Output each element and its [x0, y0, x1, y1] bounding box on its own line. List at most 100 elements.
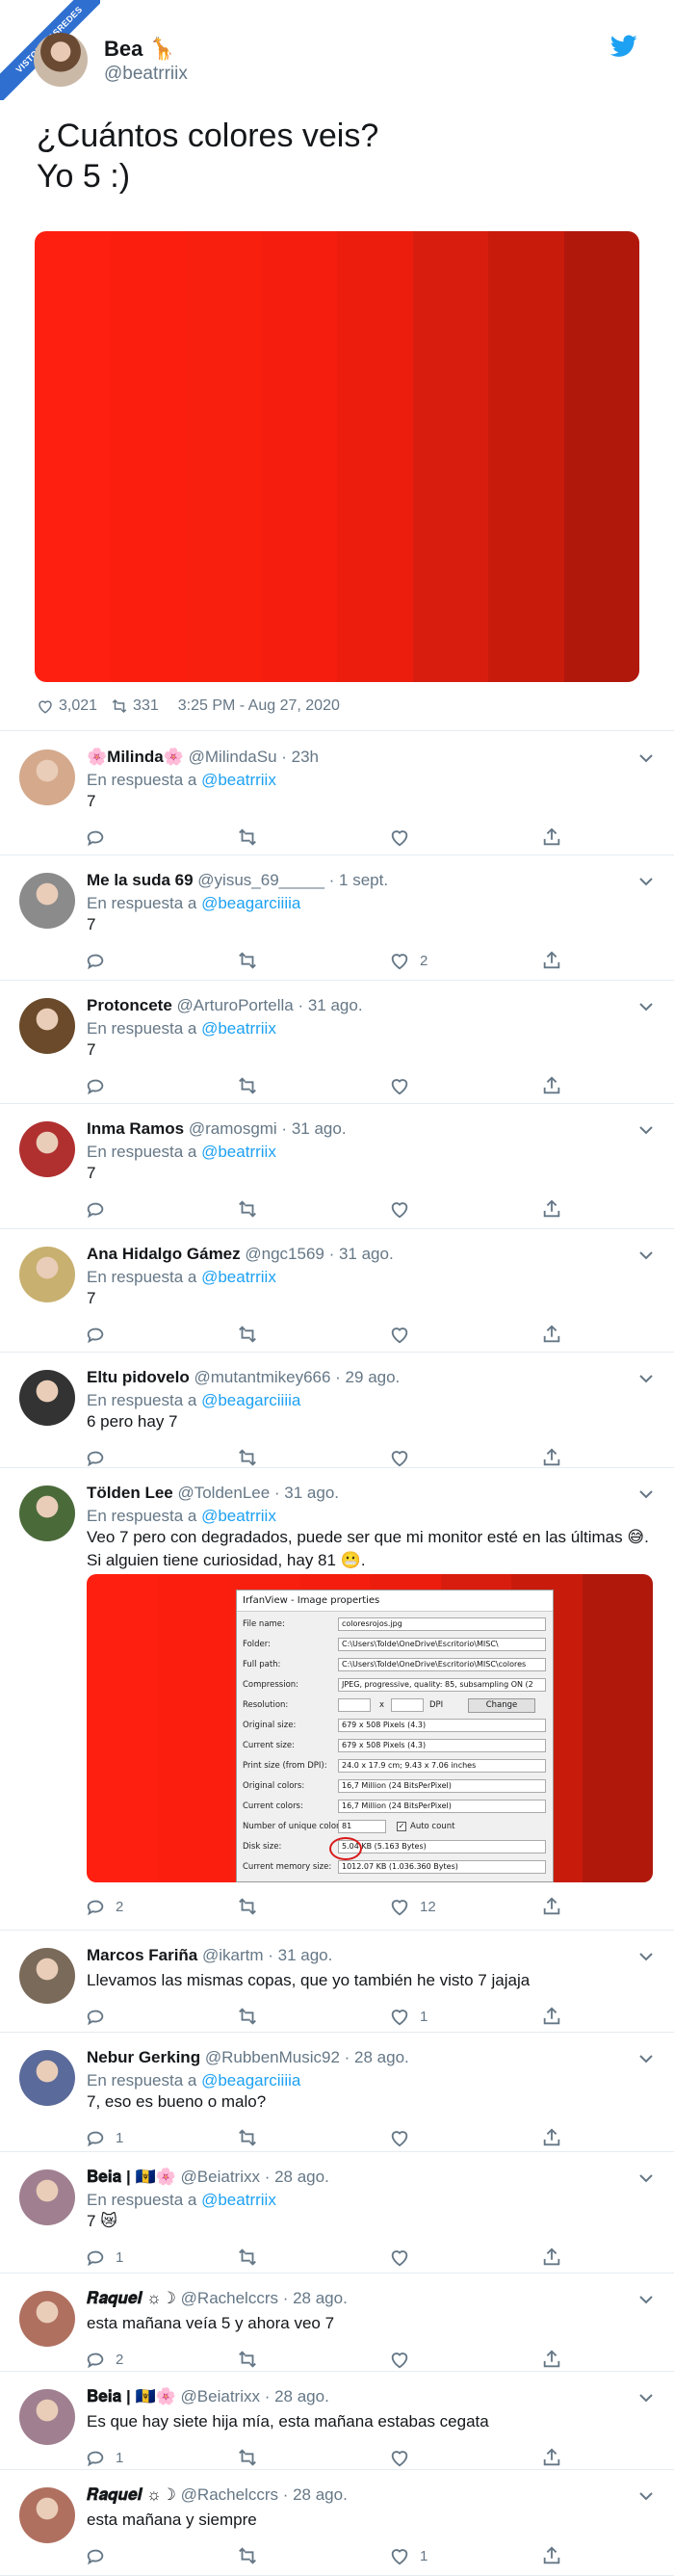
like-button[interactable]: [389, 1198, 420, 1220]
share-button[interactable]: [541, 1324, 562, 1345]
reply-button[interactable]: [85, 1447, 116, 1468]
share-button[interactable]: [541, 2247, 562, 2268]
reply-to-handle[interactable]: @beatrriix: [201, 1507, 276, 1525]
chevron-down-icon[interactable]: [639, 877, 653, 886]
reply-tweet[interactable]: Eltu pidovelo @mutantmikey666 · 29 ago. …: [0, 1353, 674, 1468]
reply-handle-date[interactable]: @Rachelccrs · 28 ago.: [181, 2485, 348, 2504]
reply-handle-date[interactable]: @ikartm · 31 ago.: [202, 1946, 332, 1964]
like-button[interactable]: 12: [389, 1896, 436, 1917]
reply-avatar[interactable]: [19, 2487, 75, 2543]
reply-to-handle[interactable]: @beagarciiiia: [201, 1391, 300, 1409]
reply-author-name[interactable]: Inma Ramos: [87, 1119, 184, 1138]
reply-avatar[interactable]: [19, 873, 75, 929]
chevron-down-icon[interactable]: [639, 1374, 653, 1383]
reply-avatar[interactable]: [19, 2169, 75, 2225]
like-button[interactable]: [389, 827, 420, 848]
reply-author-name[interactable]: 𝐁𝐞𝐢𝐚 | 🇧🇧🌸: [87, 2168, 176, 2186]
share-button[interactable]: [541, 2006, 562, 2027]
retweet-button[interactable]: [237, 1075, 258, 1096]
reply-handle-date[interactable]: @Rachelccrs · 28 ago.: [181, 2289, 348, 2307]
reply-tweet[interactable]: Marcos Fariña @ikartm · 31 ago. Llevamos…: [0, 1931, 674, 2033]
like-button[interactable]: 1: [389, 2545, 428, 2566]
reply-avatar[interactable]: [19, 1485, 75, 1541]
chevron-down-icon[interactable]: [639, 1125, 653, 1135]
share-button[interactable]: [541, 1075, 562, 1096]
chevron-down-icon[interactable]: [639, 1489, 653, 1499]
reply-handle-date[interactable]: @ArturoPortella · 31 ago.: [177, 996, 363, 1014]
color-swatch-image[interactable]: [35, 231, 639, 682]
like-button[interactable]: 2: [389, 950, 428, 971]
retweet-button[interactable]: [237, 1896, 258, 1917]
share-button[interactable]: [541, 2349, 562, 2370]
reply-button[interactable]: [85, 950, 116, 971]
like-button[interactable]: [389, 1324, 420, 1345]
reply-avatar[interactable]: [19, 1948, 75, 2004]
retweet-button[interactable]: [237, 1447, 258, 1468]
reply-tweet[interactable]: 𝐁𝐞𝐢𝐚 | 🇧🇧🌸 @Beiatrixx · 28 ago. Es que h…: [0, 2372, 674, 2470]
chevron-down-icon[interactable]: [639, 2054, 653, 2063]
reply-handle-date[interactable]: @ramosgmi · 31 ago.: [189, 1119, 347, 1138]
reply-to-handle[interactable]: @beatrriix: [201, 1143, 276, 1161]
reply-avatar[interactable]: [19, 1247, 75, 1302]
likes-stat[interactable]: 3,021: [37, 697, 97, 715]
reply-tweet[interactable]: 𝑹𝒂𝒒𝒖𝒆𝒍 ☼☽ @Rachelccrs · 28 ago. esta mañ…: [0, 2470, 674, 2576]
retweet-button[interactable]: [237, 1324, 258, 1345]
reply-to-handle[interactable]: @beagarciiiia: [201, 2071, 300, 2090]
chevron-down-icon[interactable]: [639, 1002, 653, 1012]
reply-attached-image[interactable]: IrfanView - Image properties File name: c…: [87, 1574, 653, 1882]
reply-avatar[interactable]: [19, 2389, 75, 2445]
reply-button[interactable]: [85, 2006, 116, 2027]
change-button[interactable]: Change: [468, 1698, 535, 1713]
reply-author-name[interactable]: 🌸Milinda🌸: [87, 748, 184, 766]
reply-tweet[interactable]: 🌸Milinda🌸 @MilindaSu · 23h En respuesta …: [0, 732, 674, 855]
share-button[interactable]: [541, 2127, 562, 2148]
reply-to-handle[interactable]: @beatrriix: [201, 1268, 276, 1286]
resolution-y-field[interactable]: [391, 1698, 424, 1712]
retweet-button[interactable]: [237, 950, 258, 971]
author-handle[interactable]: @beatrriix: [104, 64, 188, 85]
tweet-timestamp[interactable]: 3:25 PM - Aug 27, 2020: [178, 697, 340, 715]
reply-tweet[interactable]: Protoncete @ArturoPortella · 31 ago. En …: [0, 981, 674, 1104]
reply-author-name[interactable]: 𝑹𝒂𝒒𝒖𝒆𝒍 ☼☽: [87, 2485, 176, 2504]
reply-author-name[interactable]: Me la suda 69: [87, 871, 194, 889]
share-button[interactable]: [541, 2447, 562, 2468]
reply-author-name[interactable]: 𝐁𝐞𝐢𝐚 | 🇧🇧🌸: [87, 2387, 176, 2405]
retweet-button[interactable]: [237, 2349, 258, 2370]
reply-tweet[interactable]: Inma Ramos @ramosgmi · 31 ago. En respue…: [0, 1104, 674, 1229]
reply-button[interactable]: [85, 2545, 116, 2566]
reply-button[interactable]: [85, 1198, 116, 1220]
auto-count-checkbox[interactable]: ✓: [397, 1822, 406, 1831]
reply-handle-date[interactable]: @mutantmikey666 · 29 ago.: [194, 1368, 400, 1386]
reply-to-handle[interactable]: @beatrriix: [201, 1019, 276, 1038]
reply-button[interactable]: [85, 827, 116, 848]
reply-handle-date[interactable]: @Beiatrixx · 28 ago.: [181, 2387, 329, 2405]
reply-author-name[interactable]: Tölden Lee: [87, 1484, 173, 1502]
reply-to-handle[interactable]: @beatrriix: [201, 2191, 276, 2209]
like-button[interactable]: [389, 2127, 420, 2148]
share-button[interactable]: [541, 1198, 562, 1220]
share-button[interactable]: [541, 2545, 562, 2566]
chevron-down-icon[interactable]: [639, 753, 653, 763]
like-button[interactable]: [389, 2447, 420, 2468]
reply-button[interactable]: [85, 1324, 116, 1345]
reply-avatar[interactable]: [19, 1121, 75, 1177]
share-button[interactable]: [541, 827, 562, 848]
retweet-button[interactable]: [237, 2006, 258, 2027]
reply-handle-date[interactable]: @RubbenMusic92 · 28 ago.: [205, 2048, 409, 2066]
retweet-button[interactable]: [237, 2127, 258, 2148]
reply-author-name[interactable]: Marcos Fariña: [87, 1946, 197, 1964]
author-avatar[interactable]: [34, 33, 88, 87]
reply-avatar[interactable]: [19, 998, 75, 1054]
like-button[interactable]: 1: [389, 2006, 428, 2027]
reply-avatar[interactable]: [19, 2291, 75, 2347]
chevron-down-icon[interactable]: [639, 2173, 653, 2183]
reply-author-name[interactable]: Nebur Gerking: [87, 2048, 200, 2066]
reply-handle-date[interactable]: @ngc1569 · 31 ago.: [245, 1245, 393, 1263]
reply-to-handle[interactable]: @beatrriix: [201, 771, 276, 789]
reply-avatar[interactable]: [19, 2050, 75, 2106]
retweet-button[interactable]: [237, 1198, 258, 1220]
share-button[interactable]: [541, 1896, 562, 1917]
reply-button[interactable]: 1: [85, 2247, 123, 2268]
share-button[interactable]: [541, 950, 562, 971]
reply-tweet[interactable]: Ana Hidalgo Gámez @ngc1569 · 31 ago. En …: [0, 1229, 674, 1353]
